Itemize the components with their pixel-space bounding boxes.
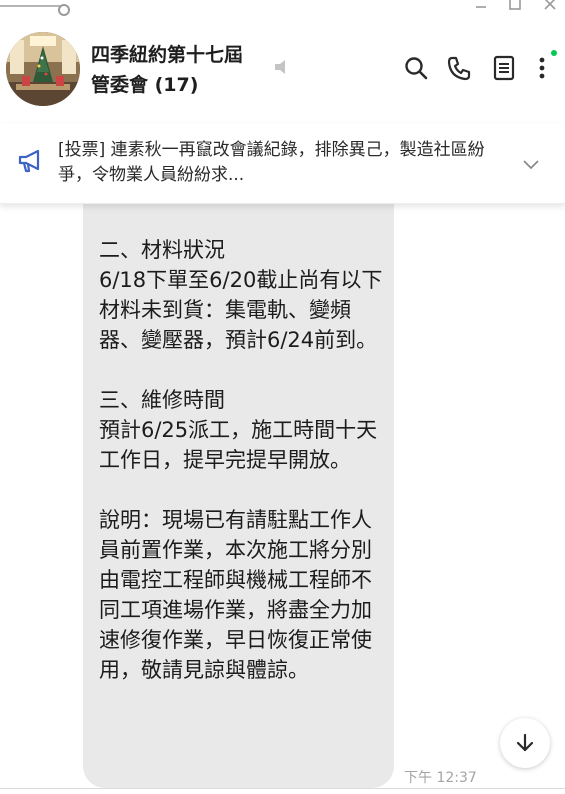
announcement-text: [投票] 連素秋一再竄改會議紀錄，排除異己，製造社區紛爭，令物業人員紛紛求... [58, 140, 485, 185]
speaker-muted-icon [275, 60, 285, 74]
more-vertical-icon[interactable] [528, 54, 556, 82]
opacity-slider-knob[interactable] [58, 4, 70, 16]
close-button[interactable] [539, 0, 561, 14]
window-titlebar [0, 0, 565, 18]
lobby-photo-icon [6, 32, 80, 106]
arrow-down-icon [516, 733, 534, 752]
notes-icon[interactable] [490, 54, 518, 82]
close-icon [544, 0, 556, 10]
message-bubble[interactable]: 二、材料狀況 6/18下單至6/20截止尚有以下材料未到貨：集電軌、變頻器、變壓… [83, 203, 394, 788]
search-icon[interactable] [402, 54, 430, 82]
chat-title-line1: 四季紐約第十七屆 [91, 44, 244, 66]
message-list[interactable]: 二、材料狀況 6/18下單至6/20截止尚有以下材料未到貨：集電軌、變頻器、變壓… [0, 203, 565, 794]
scroll-to-bottom-button[interactable] [500, 718, 550, 768]
maximize-icon [509, 0, 521, 10]
notification-dot [551, 50, 557, 56]
announcement-banner[interactable]: [投票] 連素秋一再竄改會議紀錄，排除異己，製造社區紛爭，令物業人員紛紛求... [0, 123, 565, 204]
megaphone-icon [18, 149, 40, 173]
maximize-button[interactable] [504, 0, 526, 14]
message-timestamp: 下午 12:37 [404, 770, 477, 786]
message-text: 二、材料狀況 6/18下單至6/20截止尚有以下材料未到貨：集電軌、變頻器、變壓… [99, 238, 383, 682]
minimize-icon [476, 6, 486, 8]
chat-header: 四季紐約第十七屆 管委會 (17) [0, 18, 565, 123]
chevron-down-icon[interactable] [520, 153, 542, 175]
opacity-slider[interactable] [0, 4, 70, 16]
group-avatar[interactable] [6, 32, 80, 106]
minimize-button[interactable] [470, 0, 492, 14]
phone-icon[interactable] [445, 54, 473, 82]
divider [0, 788, 565, 789]
chat-title[interactable]: 四季紐約第十七屆 管委會 (17) [91, 40, 243, 100]
chat-title-line2: 管委會 (17) [91, 74, 199, 96]
